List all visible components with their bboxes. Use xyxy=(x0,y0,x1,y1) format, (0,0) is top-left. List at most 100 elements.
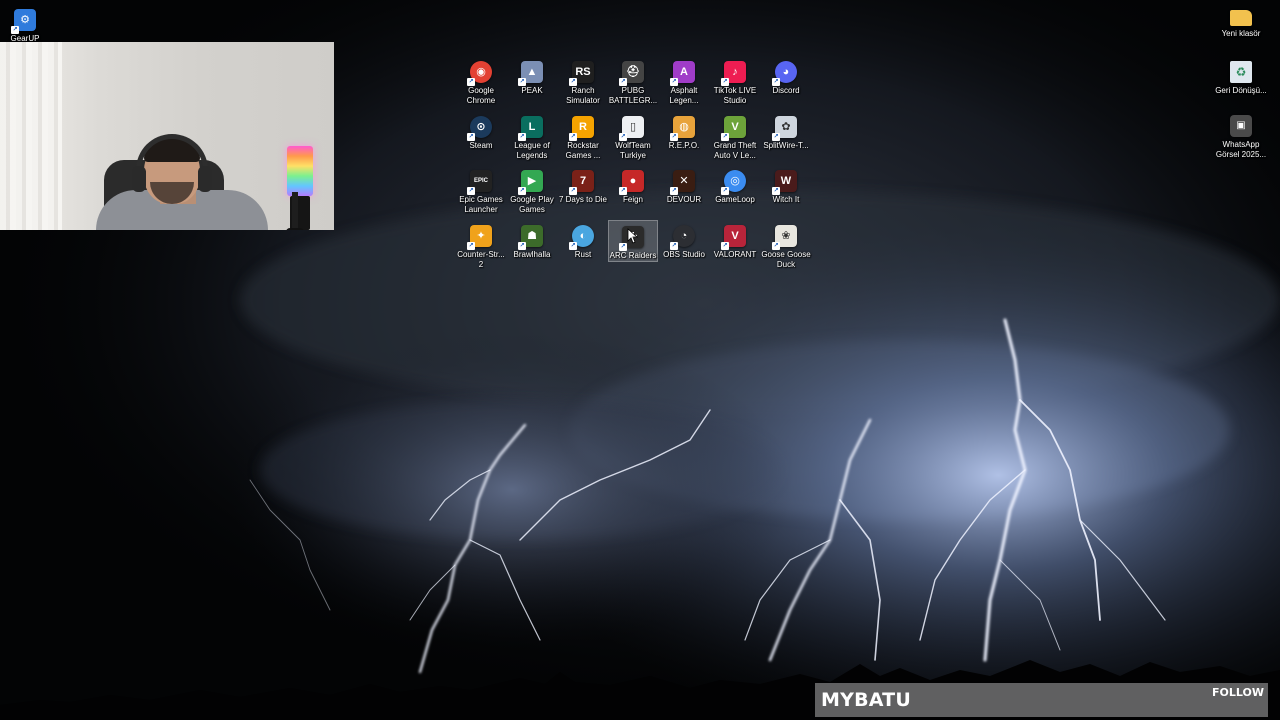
shortcut-arrow-icon: ↗ xyxy=(772,187,780,195)
folder-icon xyxy=(1230,10,1252,26)
ranch-simulator-icon: RS ↗ xyxy=(569,61,594,86)
asphalt-icon: A ↗ xyxy=(670,61,695,86)
desktop-icon-wolfteam-file[interactable]: ▯ ↗ WolfTeam Turkiye xyxy=(608,111,658,161)
icon-label: ARC Raiders xyxy=(609,251,657,260)
shortcut-arrow-icon: ↗ xyxy=(518,187,526,195)
icon-label: Rockstar Games ... xyxy=(565,141,601,160)
steam-icon: ⊙ ↗ xyxy=(467,116,492,141)
splitwire-icon: ✿ ↗ xyxy=(772,116,797,141)
desktop-icon-google-play-games[interactable]: ▶ ↗ Google Play Games xyxy=(507,165,557,215)
desktop-icon-gameloop[interactable]: ◎ ↗ GameLoop xyxy=(710,165,760,205)
icon-label: DEVOUR xyxy=(666,195,702,204)
icon-label: Discord xyxy=(772,86,800,95)
shortcut-arrow-icon: ↗ xyxy=(467,187,475,195)
discord-icon: ◕ ↗ xyxy=(772,61,797,86)
gearup-icon: ⚙ ↗ xyxy=(11,9,36,34)
desktop-icon-rockstar[interactable]: R ↗ Rockstar Games ... xyxy=(558,111,608,161)
desktop-icon-gearup[interactable]: ⚙ ↗ GearUP xyxy=(0,4,50,44)
shortcut-arrow-icon: ↗ xyxy=(721,133,729,141)
tiktok-live-icon: ♪ ↗ xyxy=(721,61,746,86)
peak-icon: ▲ ↗ xyxy=(518,61,543,86)
icon-label: Grand Theft Auto V Le... xyxy=(713,141,757,160)
icon-label: Ranch Simulator xyxy=(566,86,600,105)
icon-label: Brawlhalla xyxy=(513,250,551,259)
valorant-icon: V ↗ xyxy=(721,225,746,250)
desktop-icon-gta-v[interactable]: V ↗ Grand Theft Auto V Le... xyxy=(710,111,760,161)
icon-label: Witch It xyxy=(772,195,800,204)
obs-studio-icon: ◔ ↗ xyxy=(670,225,695,250)
desktop-icon-goose-goose-duck[interactable]: ❀ ↗ Goose Goose Duck xyxy=(761,220,811,270)
desktop-icon-devour[interactable]: ✕ ↗ DEVOUR xyxy=(659,165,709,205)
google-play-games-icon: ▶ ↗ xyxy=(518,170,543,195)
shortcut-arrow-icon: ↗ xyxy=(518,78,526,86)
microphone-stand xyxy=(292,192,298,230)
desktop-icon-pubg[interactable]: ⛑ ↗ PUBG BATTLEGR... xyxy=(608,56,658,106)
shortcut-arrow-icon: ↗ xyxy=(569,187,577,195)
icon-label: Google Play Games xyxy=(510,195,554,214)
headphone-earcup-right xyxy=(198,166,212,192)
desktop-icon-whatsapp-image[interactable]: ▣ WhatsApp Görsel 2025... xyxy=(1216,110,1266,160)
desktop-icon-yeni-klasor[interactable]: Yeni klasör xyxy=(1216,4,1266,39)
shortcut-arrow-icon: ↗ xyxy=(569,242,577,250)
feign-icon: ● ↗ xyxy=(619,170,644,195)
shortcut-arrow-icon: ↗ xyxy=(467,78,475,86)
desktop-icon-recycle-bin[interactable]: ♻ Geri Dönüşü... xyxy=(1215,56,1267,96)
desktop-icon-rust[interactable]: ◐ ↗ Rust xyxy=(558,220,608,260)
icon-label: SplitWire-T... xyxy=(763,141,809,150)
mouse-cursor-icon xyxy=(627,228,639,244)
webcam-overlay: VINTAGE xyxy=(0,42,334,230)
desktop-icon-valorant[interactable]: V ↗ VALORANT xyxy=(710,220,760,260)
shortcut-arrow-icon: ↗ xyxy=(518,242,526,250)
pubg-icon: ⛑ ↗ xyxy=(619,61,644,86)
league-of-legends-icon: L ↗ xyxy=(518,116,543,141)
desktop-icon-peak[interactable]: ▲ ↗ PEAK xyxy=(507,56,557,96)
icon-label: VALORANT xyxy=(713,250,757,259)
icon-label: WhatsApp Görsel 2025... xyxy=(1215,140,1267,159)
desktop-icon-counter-strike-2[interactable]: ✦ ↗ Counter-Str... 2 xyxy=(456,220,506,270)
desktop-icon-asphalt[interactable]: A ↗ Asphalt Legen... xyxy=(659,56,709,106)
shortcut-arrow-icon: ↗ xyxy=(721,187,729,195)
shortcut-arrow-icon: ↗ xyxy=(721,78,729,86)
shortcut-arrow-icon: ↗ xyxy=(670,242,678,250)
icon-label: Epic Games Launcher xyxy=(459,195,503,214)
desktop-icon-repo[interactable]: ◍ ↗ R.E.P.O. xyxy=(659,111,709,151)
desktop-icon-chrome[interactable]: ◉ ↗ Google Chrome xyxy=(456,56,506,106)
desktop-icon-witch-it[interactable]: W ↗ Witch It xyxy=(761,165,811,205)
shortcut-arrow-icon: ↗ xyxy=(619,78,627,86)
desktop-icon-league-of-legends[interactable]: L ↗ League of Legends xyxy=(507,111,557,161)
epic-games-icon: EPIC ↗ xyxy=(467,170,492,195)
icon-label: Feign xyxy=(622,195,643,204)
desktop-icon-splitwire[interactable]: ✿ ↗ SplitWire-T... xyxy=(761,111,811,151)
shortcut-arrow-icon: ↗ xyxy=(670,78,678,86)
wolfteam-file-icon: ▯ ↗ xyxy=(619,116,644,141)
7-days-to-die-icon: 7 ↗ xyxy=(569,170,594,195)
icon-label: Goose Goose Duck xyxy=(761,250,811,269)
shortcut-arrow-icon: ↗ xyxy=(11,26,19,34)
shortcut-arrow-icon: ↗ xyxy=(772,78,780,86)
desktop-icon-obs-studio[interactable]: ◔ ↗ OBS Studio xyxy=(659,220,709,260)
rust-icon: ◐ ↗ xyxy=(569,225,594,250)
shortcut-arrow-icon: ↗ xyxy=(518,133,526,141)
desktop-icon-steam[interactable]: ⊙ ↗ Steam xyxy=(456,111,506,151)
shortcut-arrow-icon: ↗ xyxy=(772,133,780,141)
desktop-icon-brawlhalla[interactable]: ☗ ↗ Brawlhalla xyxy=(507,220,557,260)
witch-it-icon: W ↗ xyxy=(772,170,797,195)
icon-label: TikTok LIVE Studio xyxy=(713,86,757,105)
desktop-icon-7-days-to-die[interactable]: 7 ↗ 7 Days to Die xyxy=(558,165,608,205)
recycle-bin-icon: ♻ xyxy=(1230,61,1252,83)
desktop-icon-feign[interactable]: ● ↗ Feign xyxy=(608,165,658,205)
desktop-icon-tiktok-live[interactable]: ♪ ↗ TikTok LIVE Studio xyxy=(710,56,760,106)
desktop-icon-discord[interactable]: ◕ ↗ Discord xyxy=(761,56,811,96)
shortcut-arrow-icon: ↗ xyxy=(670,133,678,141)
shortcut-arrow-icon: ↗ xyxy=(467,242,475,250)
microphone-icon xyxy=(286,228,304,230)
icon-label: Steam xyxy=(469,141,493,150)
desktop-icon-epic-games[interactable]: EPIC ↗ Epic Games Launcher xyxy=(456,165,506,215)
icon-label: R.E.P.O. xyxy=(668,141,700,150)
desktop-icon-ranch-simulator[interactable]: RS ↗ Ranch Simulator xyxy=(558,56,608,106)
shortcut-arrow-icon: ↗ xyxy=(569,133,577,141)
rgb-lamp xyxy=(287,146,313,196)
stream-follow-banner: MYBATU FOLLOW xyxy=(815,683,1268,717)
shortcut-arrow-icon: ↗ xyxy=(619,243,627,251)
counter-strike-2-icon: ✦ ↗ xyxy=(467,225,492,250)
